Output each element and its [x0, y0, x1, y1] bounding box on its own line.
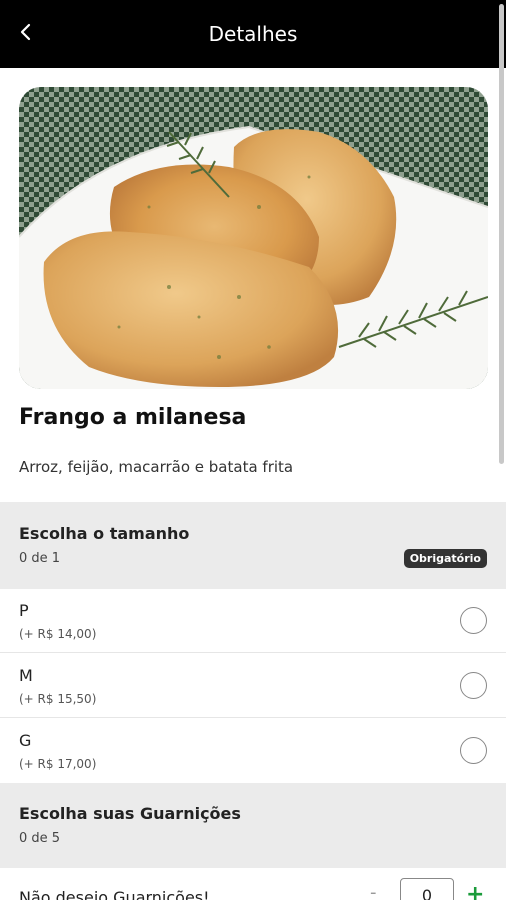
size-option-g[interactable]: G (+ R$ 17,00): [0, 719, 506, 783]
garnish-section-header: Escolha suas Guarnições 0 de 5: [0, 783, 506, 868]
option-name: P: [19, 601, 29, 620]
radio-button[interactable]: [460, 607, 487, 634]
size-option-m[interactable]: M (+ R$ 15,50): [0, 654, 506, 718]
required-badge: Obrigatório: [403, 549, 487, 568]
top-app-bar: Detalhes: [0, 0, 506, 68]
scrollbar[interactable]: [499, 4, 504, 464]
radio-button[interactable]: [460, 672, 487, 699]
size-section-count: 0 de 1: [19, 551, 61, 566]
size-option-p[interactable]: P (+ R$ 14,00): [0, 589, 506, 653]
size-section-title: Escolha o tamanho: [19, 524, 190, 543]
option-name: M: [19, 666, 33, 685]
option-price: (+ R$ 15,50): [19, 692, 97, 706]
product-description: Arroz, feijão, macarrão e batata frita: [19, 458, 294, 476]
garnish-item-label: Não desejo Guarnições!: [19, 888, 210, 900]
increment-button[interactable]: +: [466, 882, 484, 900]
option-name: G: [19, 731, 32, 750]
quantity-field[interactable]: 0: [400, 878, 454, 900]
decrement-button[interactable]: -: [370, 882, 377, 900]
garnish-item-row: Não desejo Guarnições! - 0 +: [0, 868, 506, 900]
radio-button[interactable]: [460, 737, 487, 764]
garnish-section-title: Escolha suas Guarnições: [19, 804, 241, 823]
page-title: Detalhes: [208, 22, 298, 46]
option-price: (+ R$ 14,00): [19, 627, 97, 641]
size-section-header: Escolha o tamanho 0 de 1 Obrigatório: [0, 502, 506, 589]
product-image: [19, 87, 488, 389]
garnish-section-count: 0 de 5: [19, 831, 61, 846]
product-title: Frango a milanesa: [19, 405, 247, 430]
option-price: (+ R$ 17,00): [19, 757, 97, 771]
